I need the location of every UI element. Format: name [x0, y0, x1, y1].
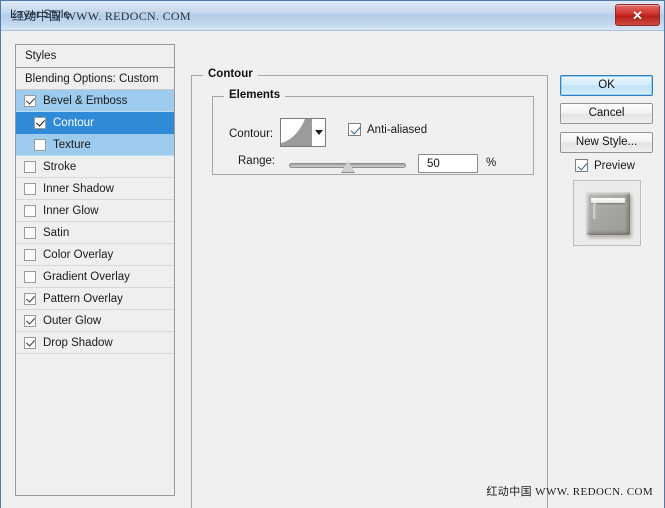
effect-label: Bevel & Emboss — [43, 94, 128, 107]
effect-checkbox[interactable] — [24, 204, 36, 217]
bottom-watermark-cn: 红动中国 — [486, 485, 533, 498]
contour-preset-picker[interactable] — [280, 118, 326, 147]
effect-checkbox[interactable] — [24, 292, 36, 305]
effect-row[interactable]: Pattern Overlay — [16, 288, 174, 310]
contour-curve-preview — [281, 119, 312, 146]
effect-label: Texture — [53, 138, 91, 151]
elements-group-box: Elements Contour: Anti-aliased Range: 50… — [212, 89, 534, 175]
effect-row[interactable]: Gradient Overlay — [16, 266, 174, 288]
anti-aliased-check-icon — [348, 123, 361, 136]
effect-row[interactable]: Bevel & Emboss — [16, 90, 174, 112]
close-button[interactable]: ✕ — [615, 4, 660, 26]
effect-label: Gradient Overlay — [43, 270, 130, 283]
title-watermark: 红动中国 WWW. REDOCN. COM — [12, 9, 191, 23]
anti-aliased-checkbox[interactable]: Anti-aliased — [348, 123, 427, 136]
contour-group-title: Contour — [203, 68, 258, 80]
elements-group-title: Elements — [224, 89, 286, 101]
effect-row[interactable]: Stroke — [16, 156, 174, 178]
effect-label: Color Overlay — [43, 248, 114, 261]
styles-header: Styles — [16, 45, 174, 68]
preview-label: Preview — [594, 159, 635, 172]
effect-row[interactable]: Contour — [16, 112, 174, 134]
close-icon: ✕ — [632, 7, 643, 23]
layer-style-dialog: Layer Style 红动中国 WWW. REDOCN. COM ✕ Styl… — [0, 0, 665, 508]
effect-checkbox[interactable] — [24, 336, 36, 349]
range-slider[interactable] — [289, 159, 406, 173]
preview-stem — [593, 203, 596, 219]
effect-checkbox[interactable] — [24, 248, 36, 261]
range-slider-thumb[interactable] — [340, 161, 355, 172]
effect-label: Inner Glow — [43, 204, 99, 217]
range-value-input[interactable] — [418, 154, 478, 173]
screenshot-root: Layer Style 红动中国 WWW. REDOCN. COM ✕ Styl… — [0, 0, 665, 508]
range-percent-label: % — [486, 157, 497, 169]
effect-checkbox[interactable] — [24, 314, 36, 327]
effect-checkbox[interactable] — [34, 116, 46, 129]
preview-check-icon — [575, 159, 588, 172]
effect-checkbox[interactable] — [24, 182, 36, 195]
ok-button[interactable]: OK — [560, 75, 653, 96]
effects-list: Bevel & Emboss Contour Texture Stroke Inner … — [16, 90, 174, 354]
effect-checkbox[interactable] — [24, 160, 36, 173]
effect-row[interactable]: Satin — [16, 222, 174, 244]
contour-field-label: Contour: — [229, 128, 274, 140]
dialog-body: Styles Blending Options: Custom Bevel & … — [1, 31, 664, 508]
effect-label: Stroke — [43, 160, 77, 173]
styles-panel: Styles Blending Options: Custom Bevel & … — [15, 44, 175, 496]
effect-row[interactable]: Drop Shadow — [16, 332, 174, 354]
new-style-button[interactable]: New Style... — [560, 132, 653, 153]
effect-label: Outer Glow — [43, 314, 102, 327]
blending-options-row[interactable]: Blending Options: Custom — [16, 68, 174, 90]
effect-row[interactable]: Texture — [16, 134, 174, 156]
effect-checkbox[interactable] — [24, 270, 36, 283]
effect-row[interactable]: Inner Glow — [16, 200, 174, 222]
effect-checkbox[interactable] — [34, 138, 46, 151]
preview-swatch — [586, 192, 630, 235]
effect-checkbox[interactable] — [24, 226, 36, 239]
effect-label: Pattern Overlay — [43, 292, 123, 305]
bottom-watermark: 红动中国 WWW. REDOCN. COM — [486, 483, 653, 499]
bottom-watermark-url: WWW. REDOCN. COM — [535, 486, 653, 498]
contour-group-box: Contour Elements Contour: Anti-aliased R… — [191, 68, 548, 508]
anti-aliased-label: Anti-aliased — [367, 123, 428, 136]
effect-row[interactable]: Color Overlay — [16, 244, 174, 266]
effect-label: Contour — [53, 116, 94, 129]
effect-checkbox[interactable] — [24, 94, 36, 107]
effect-row[interactable]: Inner Shadow — [16, 178, 174, 200]
range-field-label: Range: — [238, 155, 276, 167]
title-bar[interactable]: Layer Style 红动中国 WWW. REDOCN. COM ✕ — [1, 1, 664, 31]
cancel-button[interactable]: Cancel — [560, 103, 653, 124]
effect-row[interactable]: Outer Glow — [16, 310, 174, 332]
contour-dropdown-button[interactable] — [312, 119, 325, 146]
chevron-down-icon — [314, 130, 323, 135]
preview-checkbox[interactable]: Preview — [575, 159, 635, 172]
layer-style-preview-thumbnail — [573, 180, 641, 246]
preview-highlight-bar — [591, 198, 625, 203]
effect-label: Drop Shadow — [43, 336, 113, 349]
effect-label: Inner Shadow — [43, 182, 114, 195]
effect-label: Satin — [43, 226, 70, 239]
